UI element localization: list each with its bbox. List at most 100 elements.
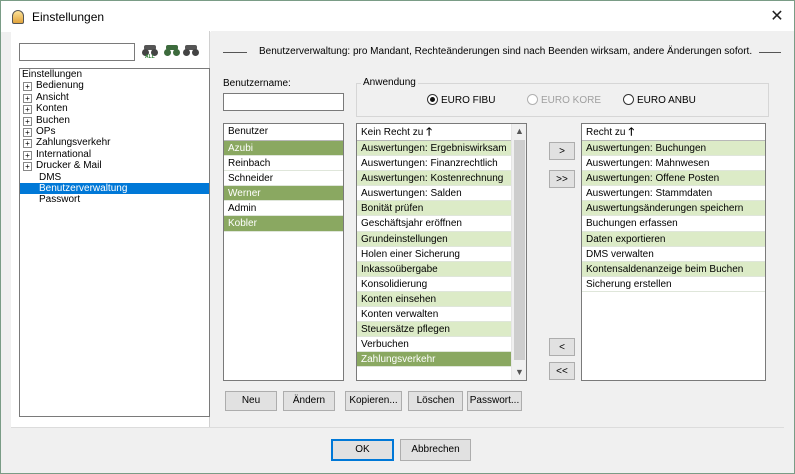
sort-up-icon: 🡑 [628, 126, 635, 138]
username-field[interactable] [223, 93, 344, 111]
list-item[interactable]: Konsolidierung [357, 277, 511, 292]
scroll-down-icon[interactable]: ▼ [512, 365, 526, 380]
list-item[interactable]: Auswertungen: Buchungen [582, 141, 765, 157]
tree-item[interactable]: Einstellungen [20, 69, 209, 80]
radio-euro-fibu[interactable]: EURO FIBU [427, 94, 495, 106]
expand-icon[interactable]: + [23, 127, 32, 137]
list-item[interactable]: Bonität prüfen [357, 201, 511, 217]
tree-item-label: Konten [36, 103, 68, 115]
ok-button[interactable]: OK [331, 439, 394, 461]
expand-icon[interactable]: + [23, 93, 32, 103]
footer-separator [11, 427, 784, 428]
expand-icon[interactable]: + [23, 150, 32, 160]
expand-icon[interactable]: + [23, 116, 32, 126]
list-item[interactable]: Buchungen erfassen [582, 216, 765, 232]
tree-item[interactable]: + International [20, 149, 209, 160]
tree-item-label: International [36, 148, 92, 160]
list-item[interactable]: Auswertungen: Kostenrechnung [357, 171, 511, 187]
tree-item[interactable]: Passwort [20, 194, 209, 205]
list-item[interactable]: Auswertungen: Ergebniswirksam [357, 141, 511, 157]
expand-icon[interactable]: + [23, 82, 32, 92]
tree-item[interactable]: + Bedienung [20, 80, 209, 92]
expand-icon[interactable]: + [23, 162, 32, 172]
sort-up-icon: 🡑 [426, 126, 432, 138]
list-item[interactable]: Azubi [224, 141, 343, 157]
list-item[interactable]: Sicherung erstellen [582, 277, 765, 292]
copy-user-button[interactable]: Kopieren... [345, 391, 402, 411]
no-rights-header[interactable]: Kein Recht zu 🡑 [357, 124, 511, 141]
binoculars-prev-icon[interactable] [183, 44, 199, 58]
list-item[interactable]: Grundeinstellungen [357, 231, 511, 247]
app-icon [12, 10, 24, 24]
list-item[interactable]: Holen einer Sicherung [357, 247, 511, 262]
username-label: Benutzername: [223, 78, 291, 89]
radio-empty-icon [623, 94, 634, 105]
radio-euro-anbu[interactable]: EURO ANBU [623, 94, 696, 106]
list-item[interactable]: Kontensaldenanzeige beim Buchen [582, 261, 765, 277]
password-button[interactable]: Passwort... [467, 391, 522, 411]
tree-item[interactable]: + OPs [20, 126, 209, 137]
list-item[interactable]: Werner [224, 186, 343, 202]
tree-item[interactable]: + Drucker & Mail [20, 160, 209, 172]
scroll-thumb[interactable] [514, 140, 525, 360]
tree-item-label: Benutzerverwaltung [39, 182, 128, 194]
settings-tree[interactable]: Einstellungen + Bedienung + Ansicht + Konten + B… [19, 68, 210, 417]
application-legend: Anwendung [361, 77, 418, 88]
edit-user-button[interactable]: Ändern [283, 391, 335, 411]
cancel-button[interactable]: Abbrechen [400, 439, 471, 461]
new-user-button[interactable]: Neu [225, 391, 277, 411]
tree-item[interactable]: + Konten [20, 103, 209, 115]
scroll-up-icon[interactable]: ▲ [512, 124, 526, 139]
no-rights-scrollbar[interactable]: ▲ ▼ [511, 124, 526, 380]
list-item[interactable]: Auswertungsänderungen speichern [582, 201, 765, 217]
radio-selected-icon [427, 94, 438, 105]
title-bar: Einstellungen ✕ [1, 1, 794, 32]
no-rights-list[interactable]: Kein Recht zu 🡑 Auswertungen: Ergebniswir… [356, 123, 527, 381]
left-pane: ALL Einstellungen + Bedienung + Ansicht + Kont… [11, 31, 210, 427]
revoke-one-button[interactable]: < [549, 338, 575, 356]
application-group: Anwendung EURO FIBU EURO KORE EURO ANBU [356, 77, 769, 117]
rights-list[interactable]: Recht zu 🡑 Auswertungen: Buchungen Auswert… [581, 123, 766, 381]
list-item[interactable]: Auswertungen: Mahnwesen [582, 156, 765, 172]
tree-item-label: Zahlungsverkehr [36, 137, 111, 149]
list-item[interactable]: Geschäftsjahr eröffnen [357, 216, 511, 232]
tree-item[interactable]: DMS [20, 172, 209, 183]
list-item[interactable]: Admin [224, 201, 343, 217]
binoculars-search-icon[interactable]: ALL [142, 44, 158, 60]
revoke-all-button[interactable]: << [549, 362, 575, 380]
list-item[interactable]: Zahlungsverkehr [357, 352, 511, 368]
tree-item[interactable]: + Zahlungsverkehr [20, 137, 209, 149]
tree-item[interactable]: Benutzerverwaltung [20, 182, 209, 195]
expand-icon[interactable]: + [23, 105, 32, 115]
list-item[interactable]: Auswertungen: Finanzrechtlich [357, 156, 511, 172]
tree-item-label: Buchen [36, 114, 70, 126]
list-item[interactable]: Kobler [224, 216, 343, 232]
delete-user-button[interactable]: Löschen [408, 391, 463, 411]
search-input[interactable] [19, 43, 135, 61]
list-item[interactable]: Auswertungen: Salden [357, 186, 511, 202]
list-item[interactable]: Konten verwalten [357, 307, 511, 323]
list-item[interactable]: Inkassoübergabe [357, 261, 511, 277]
rights-header[interactable]: Recht zu 🡑 [582, 124, 765, 141]
user-management-panel: Benutzerverwaltung: pro Mandant, Rechteä… [211, 31, 794, 427]
grant-one-button[interactable]: > [549, 142, 575, 160]
grant-all-button[interactable]: >> [549, 170, 575, 188]
binoculars-next-icon[interactable] [164, 44, 180, 58]
radio-empty-icon [527, 94, 538, 105]
tree-item[interactable]: + Ansicht [20, 92, 209, 103]
list-item[interactable]: Daten exportieren [582, 231, 765, 247]
close-icon[interactable]: ✕ [760, 1, 794, 32]
list-item[interactable]: Auswertungen: Offene Posten [582, 171, 765, 187]
tree-item[interactable]: + Buchen [20, 115, 209, 126]
list-item[interactable]: Reinbach [224, 156, 343, 172]
list-item[interactable]: Auswertungen: Stammdaten [582, 186, 765, 202]
list-item[interactable]: DMS verwalten [582, 247, 765, 262]
users-list[interactable]: Benutzer Azubi Reinbach Schneider Werner Adm… [223, 123, 344, 381]
list-item[interactable]: Steuersätze pflegen [357, 322, 511, 338]
radio-euro-kore: EURO KORE [527, 94, 601, 106]
list-item[interactable]: Verbuchen [357, 337, 511, 353]
expand-icon[interactable]: + [23, 139, 32, 149]
tree-item-label: Ansicht [36, 91, 69, 103]
list-item[interactable]: Konten einsehen [357, 291, 511, 308]
list-item[interactable]: Schneider [224, 171, 343, 187]
